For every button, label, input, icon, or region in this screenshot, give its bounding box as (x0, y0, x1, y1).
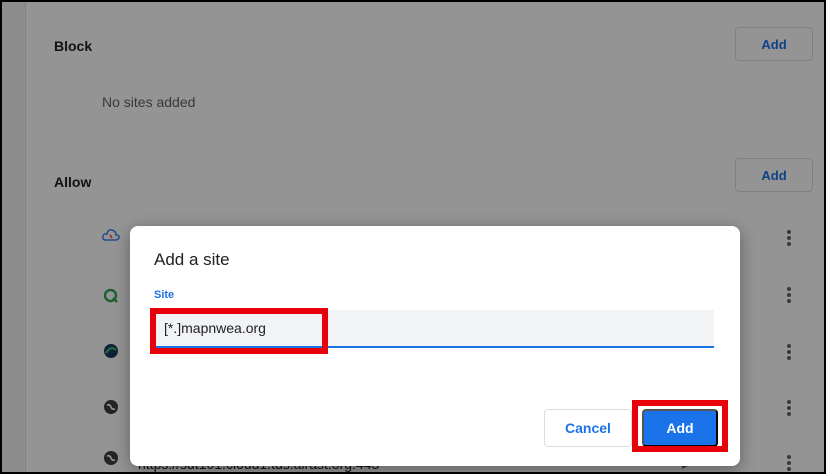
dialog-title: Add a site (154, 250, 230, 269)
cancel-button[interactable]: Cancel (544, 409, 632, 447)
site-input[interactable] (154, 310, 714, 348)
add-site-dialog: Add a site Site Cancel Add (130, 226, 740, 466)
site-settings-page: Block Add No sites added Allow Add Add a… (2, 2, 824, 472)
add-button[interactable]: Add (642, 409, 718, 447)
site-field-label: Site (154, 289, 175, 301)
